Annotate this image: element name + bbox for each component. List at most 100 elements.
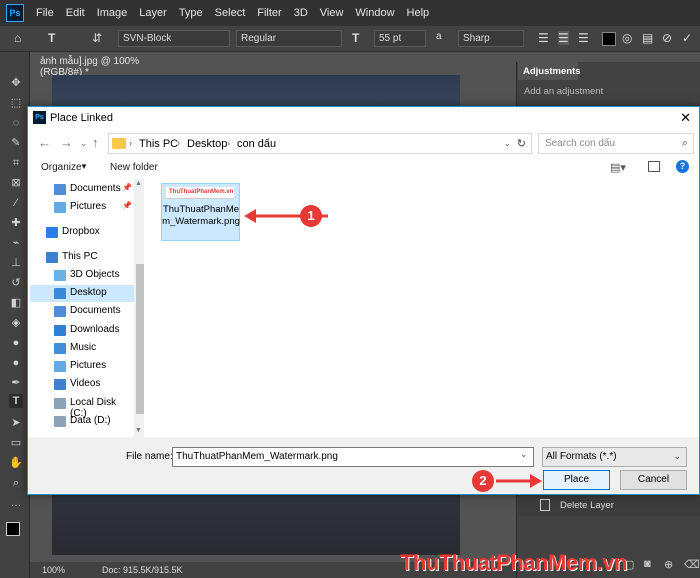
character-panel-icon[interactable]: ▤: [642, 31, 653, 45]
menu-file[interactable]: File: [36, 7, 54, 19]
menu-window[interactable]: Window: [355, 7, 394, 19]
text-color-swatch[interactable]: [602, 32, 616, 46]
file-name-dropdown-icon[interactable]: ⌄: [520, 449, 528, 460]
warp-text-icon[interactable]: ◎: [622, 31, 632, 45]
font-size-select[interactable]: 55 pt: [374, 30, 426, 47]
menu-filter[interactable]: Filter: [257, 7, 281, 19]
clone-stamp-icon[interactable]: ⊥: [9, 256, 23, 270]
back-icon[interactable]: ←: [38, 135, 51, 150]
up-icon[interactable]: ↑: [92, 135, 99, 150]
view-options-icon[interactable]: ▤▾: [610, 161, 626, 174]
rectangle-tool-icon[interactable]: ▭: [9, 436, 23, 450]
nav-item-documents[interactable]: Documents 📌: [30, 181, 134, 198]
menu-select[interactable]: Select: [215, 7, 246, 19]
zoom-tool-icon[interactable]: ⌕: [9, 476, 23, 490]
move-tool-icon[interactable]: ✥: [9, 76, 23, 90]
search-input[interactable]: Search con dấu ⌕: [538, 133, 694, 154]
dialog-title: Place Linked: [50, 112, 113, 124]
menu-view[interactable]: View: [320, 7, 344, 19]
delete-icon[interactable]: ⌫: [684, 558, 700, 571]
close-icon[interactable]: ✕: [680, 110, 691, 126]
hand-tool-icon[interactable]: ✋: [9, 456, 23, 470]
type-tool-icon[interactable]: T: [9, 394, 23, 408]
nav-item-videos[interactable]: Videos: [30, 376, 134, 393]
align-right-icon[interactable]: ☰: [578, 31, 589, 45]
address-bar[interactable]: › This PC › Desktop › con dấu ⌄ ↻: [108, 133, 532, 154]
nav-item-pictures-pc[interactable]: Pictures: [30, 358, 134, 375]
font-style-select[interactable]: Regular: [236, 30, 342, 47]
menu-help[interactable]: Help: [407, 7, 430, 19]
nav-item-documents-pc[interactable]: Documents: [30, 303, 134, 320]
file-format-select[interactable]: All Formats (*.*) ⌄: [542, 447, 687, 467]
breadcrumb-desktop[interactable]: Desktop: [187, 138, 227, 150]
document-tab[interactable]: ảnh mẫu].jpg @ 100% (RGB/8#) *: [32, 52, 192, 78]
cancel-button[interactable]: Cancel: [620, 470, 687, 490]
cancel-edit-icon[interactable]: ⊘: [662, 31, 672, 45]
commit-edit-icon[interactable]: ✓: [682, 31, 692, 45]
eyedropper-icon[interactable]: ⁄: [9, 196, 23, 210]
pen-tool-icon[interactable]: ✒: [9, 376, 23, 390]
menu-type[interactable]: Type: [179, 7, 203, 19]
menu-image[interactable]: Image: [97, 7, 128, 19]
menu-3d[interactable]: 3D: [294, 7, 308, 19]
forward-icon[interactable]: →: [60, 135, 73, 150]
crop-tool-icon[interactable]: ⌗: [9, 156, 23, 170]
menu-layer[interactable]: Layer: [139, 7, 167, 19]
nav-item-3d-objects[interactable]: 3D Objects: [30, 267, 134, 284]
address-dropdown-icon[interactable]: ⌄: [503, 138, 511, 149]
new-layer-icon[interactable]: ⊕: [664, 558, 673, 571]
breadcrumb-this-pc[interactable]: This PC: [139, 138, 178, 150]
adjustments-tab[interactable]: Adjustments: [518, 62, 581, 80]
navigation-pane: Documents 📌 Pictures 📌 Dropbox This PC 3D …: [30, 179, 134, 437]
nav-item-downloads[interactable]: Downloads: [30, 322, 134, 339]
antialias-icon: a: [436, 31, 442, 42]
nav-item-dropbox[interactable]: Dropbox: [30, 224, 134, 241]
recent-dropdown-icon[interactable]: ⌄: [80, 138, 88, 149]
frame-tool-icon[interactable]: ⊠: [9, 176, 23, 190]
organize-button[interactable]: Organize: [41, 162, 82, 173]
breadcrumb-folder[interactable]: con dấu: [237, 138, 276, 150]
zoom-level[interactable]: 100%: [42, 565, 65, 575]
scroll-up-icon[interactable]: ▲: [135, 180, 142, 187]
lasso-tool-icon[interactable]: ◌: [9, 116, 23, 130]
place-button[interactable]: Place: [543, 470, 610, 490]
align-center-icon[interactable]: ☰: [558, 31, 569, 45]
align-left-icon[interactable]: ☰: [538, 31, 549, 45]
healing-brush-icon[interactable]: ✚: [9, 216, 23, 230]
blur-tool-icon[interactable]: ●: [9, 336, 23, 350]
eraser-tool-icon[interactable]: ◧: [9, 296, 23, 310]
organize-dropdown-icon[interactable]: ▼: [80, 162, 88, 171]
camera-icon[interactable]: ◙: [644, 558, 651, 570]
foreground-color-swatch[interactable]: [6, 522, 20, 536]
orientation-icon[interactable]: ⇵: [92, 31, 102, 45]
more-tools-icon[interactable]: …: [9, 496, 23, 510]
new-folder-button[interactable]: New folder: [110, 162, 158, 173]
preview-pane-icon[interactable]: [648, 161, 660, 172]
type-tool-icon[interactable]: T: [48, 31, 55, 45]
antialias-select[interactable]: Sharp: [458, 30, 524, 47]
font-family-select[interactable]: SVN-Block: [118, 30, 230, 47]
nav-item-local-disk[interactable]: Local Disk (C:): [30, 395, 134, 419]
quick-select-icon[interactable]: ✎: [9, 136, 23, 150]
history-brush-icon[interactable]: ↺: [9, 276, 23, 290]
path-select-icon[interactable]: ➤: [9, 416, 23, 430]
brush-tool-icon[interactable]: ⌁: [9, 236, 23, 250]
scrollbar-thumb[interactable]: [136, 264, 144, 414]
dodge-tool-icon[interactable]: ●: [9, 356, 23, 370]
nav-item-data-drive[interactable]: Data (D:): [30, 413, 134, 430]
marquee-tool-icon[interactable]: ⬚: [9, 96, 23, 110]
nav-item-this-pc[interactable]: This PC: [30, 249, 134, 266]
file-name-field-label: File name:: [126, 451, 173, 462]
refresh-icon[interactable]: ↻: [517, 137, 526, 150]
home-icon[interactable]: ⌂: [14, 31, 21, 45]
menu-edit[interactable]: Edit: [66, 7, 85, 19]
help-icon[interactable]: ?: [676, 160, 689, 173]
nav-item-pictures[interactable]: Pictures 📌: [30, 199, 134, 216]
nav-item-music[interactable]: Music: [30, 340, 134, 357]
menu-bar: Ps File Edit Image Layer Type Select Fil…: [0, 0, 700, 26]
nav-item-desktop[interactable]: Desktop: [30, 285, 134, 302]
file-name-input[interactable]: ThuThuatPhanMem_Watermark.png: [172, 447, 534, 467]
tools-panel: ✥ ⬚ ◌ ✎ ⌗ ⊠ ⁄ ✚ ⌁ ⊥ ↺ ◧ ◈ ● ● ✒ T ➤ ▭ ✋ …: [0, 52, 30, 578]
paint-bucket-icon[interactable]: ◈: [9, 316, 23, 330]
scroll-down-icon[interactable]: ▼: [135, 427, 142, 434]
